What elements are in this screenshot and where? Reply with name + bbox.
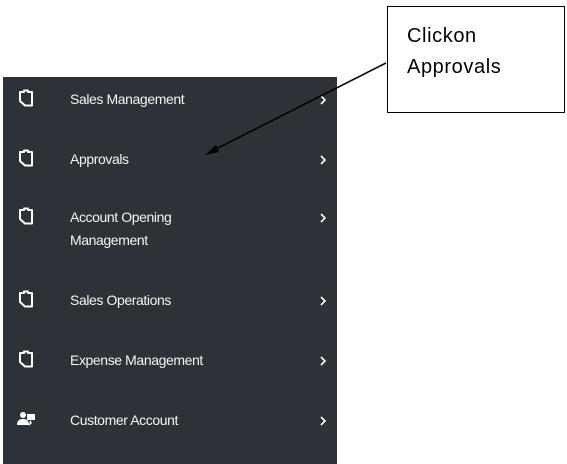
screenshot-stage: Sales Management Approvals Account Openi…: [0, 0, 567, 464]
annotation-arrow: [205, 62, 387, 155]
